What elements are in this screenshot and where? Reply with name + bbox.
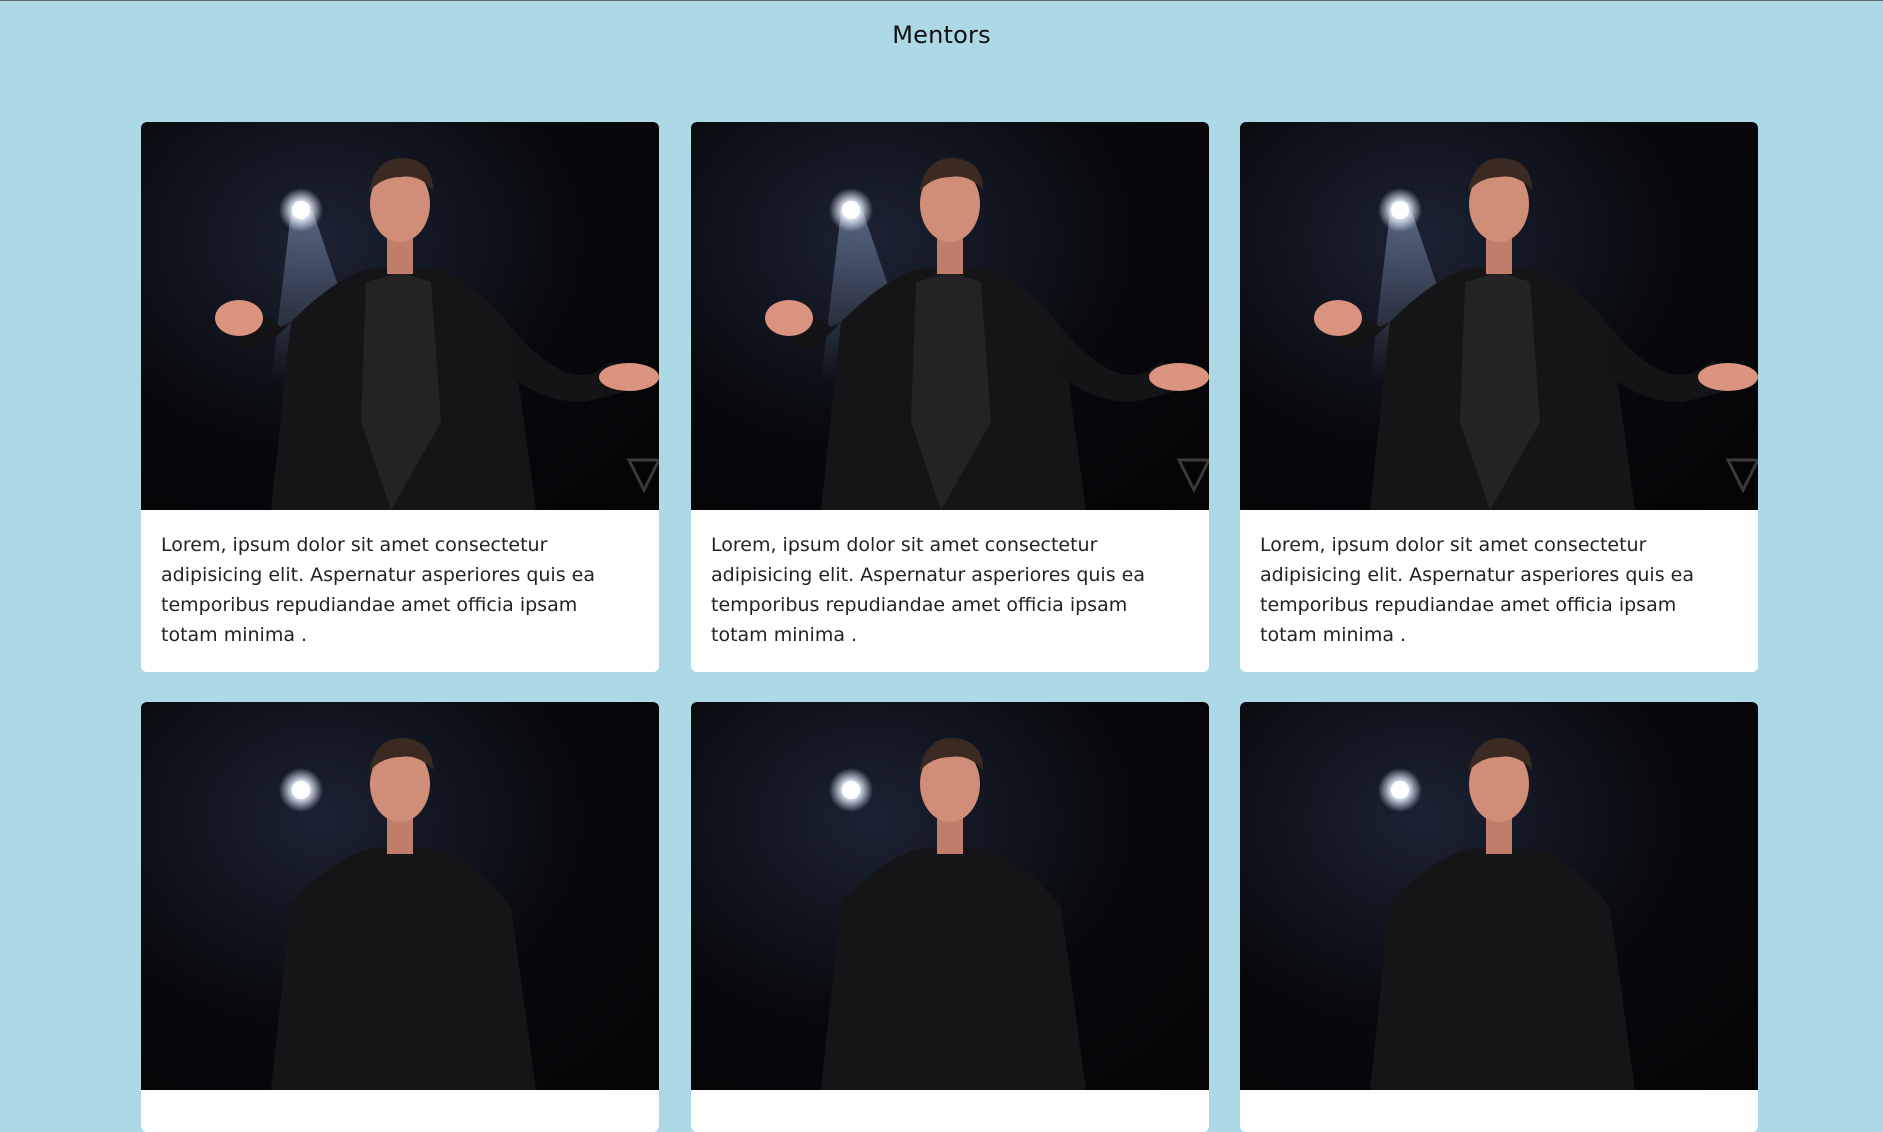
mentor-description: Lorem, ipsum dolor sit amet consectetur … bbox=[711, 534, 1145, 646]
mentor-card bbox=[691, 702, 1209, 1132]
mentor-card: Lorem, ipsum dolor sit amet consectetur … bbox=[1240, 122, 1758, 672]
page-title: Mentors bbox=[892, 21, 991, 49]
mentor-description bbox=[141, 1090, 659, 1132]
mentor-photo bbox=[691, 122, 1209, 510]
mentor-photo bbox=[141, 122, 659, 510]
mentor-photo bbox=[691, 702, 1209, 1090]
mentor-photo bbox=[141, 702, 659, 1090]
mentor-photo bbox=[1240, 122, 1758, 510]
mentor-photo-image bbox=[215, 157, 659, 510]
mentor-photo-image bbox=[821, 737, 1086, 1090]
mentor-photo-image bbox=[271, 737, 536, 1090]
mentor-card: Lorem, ipsum dolor sit amet consectetur … bbox=[691, 122, 1209, 672]
mentor-description: Lorem, ipsum dolor sit amet consectetur … bbox=[1260, 534, 1694, 646]
mentor-photo-image bbox=[1370, 737, 1635, 1090]
mentor-card bbox=[141, 702, 659, 1132]
mentor-photo bbox=[1240, 702, 1758, 1090]
mentor-description bbox=[1240, 1090, 1758, 1132]
mentor-card: Lorem, ipsum dolor sit amet consectetur … bbox=[141, 122, 659, 672]
mentor-photo-image bbox=[1314, 157, 1758, 510]
mentor-photo-image bbox=[765, 157, 1209, 510]
mentor-description: Lorem, ipsum dolor sit amet consectetur … bbox=[161, 534, 595, 646]
mentor-description bbox=[691, 1090, 1209, 1132]
mentor-card bbox=[1240, 702, 1758, 1132]
